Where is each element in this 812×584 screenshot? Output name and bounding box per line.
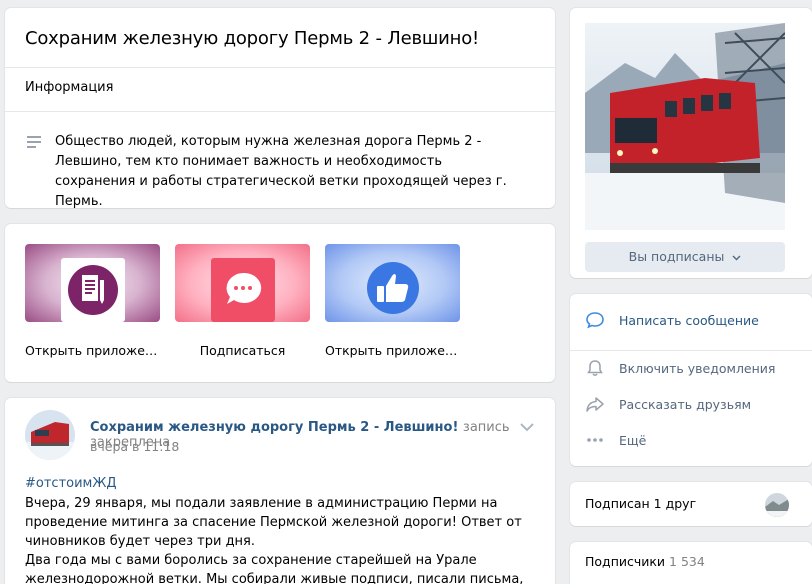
- app-tile[interactable]: [175, 244, 310, 322]
- app-label[interactable]: Подписаться: [175, 343, 310, 358]
- train-photo: [585, 23, 785, 230]
- friends-card[interactable]: Подписан 1 друг: [570, 482, 812, 526]
- subscribers-label: Подписчики: [585, 554, 666, 569]
- thumbs-up-icon: [367, 262, 419, 314]
- write-message-button[interactable]: Написать сообщение: [585, 308, 759, 332]
- chevron-down-icon: [732, 255, 741, 261]
- more-button[interactable]: Ещё: [585, 428, 646, 452]
- share-button[interactable]: Рассказать друзьям: [585, 392, 751, 416]
- app-subscribe[interactable]: Подписаться: [175, 244, 310, 358]
- friends-label[interactable]: Подписан 1 друг: [585, 496, 696, 511]
- chevron-down-icon[interactable]: [520, 423, 534, 432]
- actions-card: Написать сообщение Включить уведомления …: [570, 294, 812, 466]
- divider: [5, 67, 555, 68]
- post-avatar[interactable]: [25, 410, 75, 460]
- description-lines-icon: [27, 136, 41, 151]
- app-tile[interactable]: [25, 244, 160, 322]
- more-label: Ещё: [619, 432, 647, 448]
- chat-bubble-icon: [586, 312, 604, 329]
- subscribers-header[interactable]: Подписчики 1 534: [585, 554, 705, 569]
- friend-avatar[interactable]: [765, 493, 789, 517]
- enable-notifications-button[interactable]: Включить уведомления: [585, 356, 775, 380]
- group-cover-photo[interactable]: [585, 23, 785, 230]
- apps-card: Открыть приложение Подписаться Открыть п…: [5, 224, 555, 382]
- cover-card: Вы подписаны: [570, 8, 812, 278]
- bell-icon: [587, 360, 603, 376]
- info-tab-label[interactable]: Информация: [25, 80, 113, 95]
- more-dots-icon: [587, 438, 603, 442]
- subscribers-count: 1 534: [669, 554, 705, 569]
- friend-photo: [765, 493, 789, 517]
- post-timestamp[interactable]: вчера в 11:18: [90, 439, 179, 454]
- post-hashtag[interactable]: #отстоимЖД: [25, 476, 117, 491]
- group-info-card: Сохраним железную дорогу Пермь 2 - Левши…: [5, 8, 555, 209]
- subscribed-button[interactable]: Вы подписаны: [585, 242, 785, 272]
- subscribed-label: Вы подписаны: [628, 249, 725, 264]
- group-description: Общество людей, которым нужна железная д…: [55, 134, 507, 209]
- pinned-post: Сохраним железную дорогу Пермь 2 - Левши…: [5, 398, 555, 584]
- app-open-2[interactable]: Открыть приложение: [325, 244, 460, 358]
- divider: [570, 350, 812, 351]
- post-author-link[interactable]: Сохраним железную дорогу Пермь 2 - Левши…: [90, 420, 458, 435]
- message-bubble-icon: [211, 258, 275, 322]
- page-title: Сохраним железную дорогу Пермь 2 - Левши…: [25, 28, 480, 49]
- write-message-label: Написать сообщение: [619, 312, 759, 328]
- app-label[interactable]: Открыть приложение: [325, 343, 460, 358]
- app-label[interactable]: Открыть приложение: [25, 343, 160, 358]
- app-tile[interactable]: [325, 244, 460, 322]
- subscribers-card[interactable]: Подписчики 1 534: [570, 542, 812, 584]
- share-label: Рассказать друзьям: [619, 396, 752, 412]
- enable-notifications-label: Включить уведомления: [619, 360, 776, 376]
- post-text: Вчера, 29 января, мы подали заявление в …: [25, 496, 524, 584]
- document-pen-icon: [61, 258, 125, 322]
- share-arrow-icon: [586, 397, 604, 412]
- train-photo-thumbnail: [25, 410, 75, 460]
- divider: [5, 111, 555, 112]
- app-open-1[interactable]: Открыть приложение: [25, 244, 160, 358]
